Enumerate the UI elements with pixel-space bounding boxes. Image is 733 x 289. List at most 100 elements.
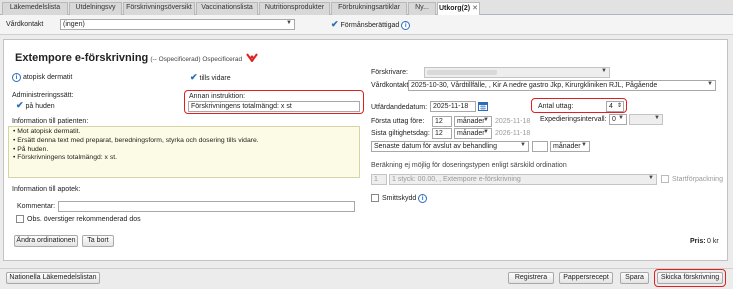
tab-nutritionsprodukter[interactable]: Nutritionsprodukter: [259, 2, 330, 15]
patient-info-line: • Ersätt denna text med preparat, beredn…: [13, 136, 259, 144]
vardkontakt-select[interactable]: (ingen) ▼: [60, 19, 295, 30]
chevron-down-icon: ▼: [707, 81, 713, 87]
checkbox[interactable]: [16, 215, 24, 223]
andra-ordinationen-button[interactable]: Ändra ordinationen: [14, 235, 78, 247]
tab-forskrivningsoversikt[interactable]: Förskrivningsöversikt: [123, 2, 195, 15]
tills-vidare-label: tills vidare: [199, 75, 231, 82]
tab-label: Ny...: [415, 4, 429, 11]
berakning-select[interactable]: 1 styck: 00.00, , Extempore e-förskrivni…: [389, 174, 657, 185]
berakning-num-value: 1: [374, 176, 378, 183]
tab-utkorg[interactable]: Utkorg(2) ✕: [437, 2, 480, 16]
form-header: Extempore e-förskrivning (-- Ospecificer…: [15, 52, 242, 64]
chevron-down-icon: ▼: [520, 142, 526, 148]
checkmark-icon: ✔: [331, 19, 339, 29]
annan-input[interactable]: Förskrivningens totalmängd: x st: [188, 101, 360, 112]
forsta-label: Första uttag före:: [371, 118, 425, 125]
chevron-down-icon: ▼: [654, 115, 660, 121]
admin-value-label: på huden: [25, 103, 55, 110]
vardkontakt-form-select[interactable]: 2025-10-30, Vårdtillfälle, , Kir A nedre…: [408, 80, 716, 91]
forsta-unit-select[interactable]: månader ▼: [454, 116, 492, 127]
berakning-value: 1 styck: 00.00, , Extempore e-förskrivni…: [392, 176, 521, 183]
tab-label: Utdelningsvy: [75, 4, 116, 11]
exped-select[interactable]: 0 ▼: [609, 114, 627, 125]
spara-button[interactable]: Spara: [620, 272, 649, 284]
diagnosis-label: atopisk dermatit: [22, 74, 73, 81]
calendar-icon[interactable]: [478, 101, 488, 111]
chevron-down-icon: ▼: [483, 117, 489, 123]
tills-vidare-check[interactable]: ✔ tills vidare: [190, 72, 231, 83]
patient-info-label: Information till patienten:: [12, 118, 89, 125]
registrera-button[interactable]: Registrera: [508, 272, 554, 284]
pappersrecept-button[interactable]: Pappersrecept: [559, 272, 613, 284]
obs-check[interactable]: Obs. överstiger rekommenderad dos: [16, 215, 141, 223]
checkbox[interactable]: [661, 175, 669, 183]
diagnosis-row: i atopisk dermatit: [12, 73, 72, 82]
close-icon[interactable]: ✕: [472, 5, 478, 12]
info-icon[interactable]: i: [12, 73, 21, 82]
checkmark-icon: ✔: [16, 100, 24, 110]
berakning-num-select[interactable]: 1: [371, 174, 387, 185]
patient-info-line: • På huden.: [13, 145, 49, 153]
smittskydd-check[interactable]: Smittskydd i: [371, 194, 428, 203]
kommentar-input[interactable]: [58, 201, 355, 212]
vardkontakt-value: (ingen): [63, 21, 85, 28]
vardkontakt-form-label: Vårdkontakt:: [371, 82, 411, 89]
nationella-lakemedelslistan-button[interactable]: Nationella Läkemedelslistan: [6, 272, 100, 284]
chevron-down-icon: ▼: [601, 68, 607, 74]
stepper-icon[interactable]: ⇕: [617, 102, 622, 109]
admin-label: Administreringssätt:: [12, 92, 74, 99]
alert-icon: [246, 53, 258, 62]
vardkontakt-bar: Vårdkontakt (ingen) ▼ ✔ Förmånsberättigad…: [0, 15, 733, 35]
obs-label: Obs. överstiger rekommenderad dos: [27, 215, 141, 223]
tab-bar: Läkemedelslista Utdelningsvy Förskrivnin…: [0, 0, 733, 16]
admin-value[interactable]: ✔ på huden: [16, 100, 55, 111]
berakning-label: Beräkning ej möjlig för doseringstypen e…: [371, 162, 567, 169]
checkbox[interactable]: [371, 194, 379, 203]
apotek-label: Information till apotek:: [12, 186, 81, 193]
sista-num-value: 12: [435, 130, 443, 137]
smittskydd-label: Smittskydd: [382, 195, 417, 202]
senaste-num-input[interactable]: [532, 141, 548, 152]
tab-lakemedelslista[interactable]: Läkemedelslista: [2, 2, 68, 15]
antal-stepper[interactable]: 4 ⇕: [606, 101, 624, 112]
vardkontakt-label: Vårdkontakt: [6, 21, 44, 28]
tab-forbrukningsartiklar[interactable]: Förbrukningsartiklar: [331, 2, 407, 15]
patient-info-text[interactable]: • Mot atopisk dermatit. • Ersätt denna t…: [8, 126, 360, 178]
utfardande-input[interactable]: 2025-11-18: [430, 101, 476, 112]
kommentar-label: Kommentar:: [17, 203, 56, 210]
formansberattigad-check[interactable]: ✔ Förmånsberättigad i: [331, 19, 411, 30]
checkmark-icon: ✔: [190, 72, 198, 82]
startforpackning-check[interactable]: Startförpackning: [661, 175, 723, 183]
info-icon[interactable]: i: [418, 194, 428, 203]
exped-label: Expedieringsintervall:: [540, 116, 607, 123]
sista-num-input[interactable]: 12: [432, 128, 452, 139]
skicka-forskrivning-button[interactable]: Skicka förskrivning: [657, 272, 723, 284]
forsta-num-input[interactable]: 12: [432, 116, 452, 127]
annan-label: Annan instruktion:: [189, 93, 246, 100]
tab-vaccinationslista[interactable]: Vaccinationslista: [196, 2, 258, 15]
exped-unit-select[interactable]: ▼: [629, 114, 663, 125]
info-icon[interactable]: i: [401, 21, 411, 30]
senaste-unit-value: månader: [553, 143, 581, 150]
ta-bort-button[interactable]: Ta bort: [82, 235, 114, 247]
tab-ny[interactable]: Ny...: [408, 2, 436, 15]
sista-unit-value: månader: [457, 130, 485, 137]
tab-utdelningsvy[interactable]: Utdelningsvy: [69, 2, 122, 15]
senaste-select[interactable]: Senaste datum för avslut av behandling ▼: [371, 141, 529, 152]
tab-label: Nutritionsprodukter: [264, 4, 325, 11]
senaste-unit-select[interactable]: månader ▼: [550, 141, 590, 152]
antal-label: Antal uttag:: [538, 103, 574, 110]
forskrivare-label: Förskrivare:: [371, 69, 408, 76]
tab-label: Förbrukningsartiklar: [338, 4, 400, 11]
senaste-value: Senaste datum för avslut av behandling: [374, 143, 497, 150]
sista-label: Sista giltighetsdag:: [371, 130, 430, 137]
forskrivare-select[interactable]: ▼: [424, 67, 610, 78]
blurred-name: [427, 69, 497, 75]
tab-label: Vaccinationslista: [201, 4, 253, 11]
tab-label: Utkorg(2): [439, 5, 471, 12]
sista-unit-select[interactable]: månader ▼: [454, 128, 492, 139]
forsta-date: 2025-11-18: [495, 118, 531, 125]
tab-label: Läkemedelslista: [9, 4, 61, 11]
annan-value: Förskrivningens totalmängd: x st: [191, 103, 292, 110]
pris-value: 0 kr: [707, 238, 719, 245]
